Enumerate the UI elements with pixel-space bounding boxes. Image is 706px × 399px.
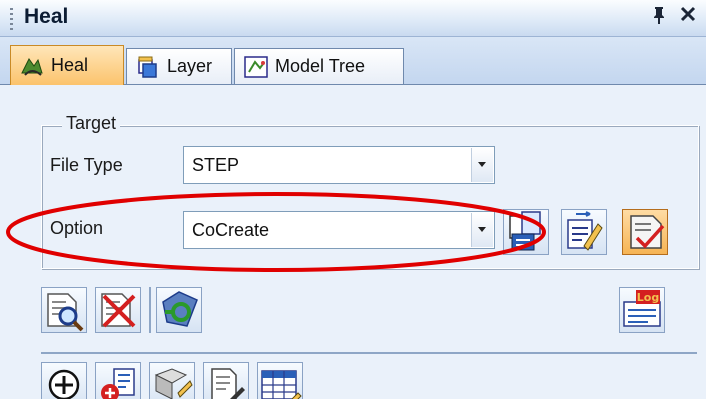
document-edit-icon — [211, 368, 245, 399]
tab-layer[interactable]: Layer — [126, 48, 232, 84]
tab-heal-label: Heal — [51, 55, 89, 75]
panel-title-bar[interactable]: Heal — [0, 0, 706, 37]
file-type-select[interactable]: STEP — [183, 146, 495, 184]
file-type-value: STEP — [192, 155, 240, 175]
log-icon: Log — [623, 290, 661, 327]
plus-circle-icon — [48, 369, 80, 399]
solid-edit-icon — [154, 368, 193, 399]
delete-analysis-button[interactable] — [95, 287, 141, 333]
heal-panel: Heal Heal Layer Model Tree Target File T… — [0, 0, 706, 399]
repair-surface-icon — [162, 291, 198, 327]
tab-layer-label: Layer — [167, 56, 213, 76]
repair-surface-button[interactable] — [156, 287, 202, 333]
import-settings-icon — [509, 211, 541, 251]
option-label: Option — [50, 218, 104, 238]
pin-icon[interactable] — [652, 6, 666, 29]
log-button[interactable]: Log — [619, 287, 665, 333]
import-settings-button[interactable] — [503, 209, 549, 255]
close-icon[interactable] — [679, 3, 697, 29]
tab-model-tree[interactable]: Model Tree — [234, 48, 404, 84]
target-group-legend: Target — [62, 113, 121, 134]
document-edit-button[interactable] — [203, 362, 249, 399]
model-tree-icon — [244, 55, 268, 78]
chevron-down-icon[interactable] — [471, 213, 493, 247]
check-settings-button[interactable] — [622, 209, 668, 255]
option-select[interactable]: CoCreate — [183, 211, 495, 249]
option-value: CoCreate — [192, 220, 270, 240]
solid-edit-button[interactable] — [149, 362, 195, 399]
chevron-down-icon[interactable] — [471, 148, 493, 182]
layer-icon — [138, 56, 157, 78]
analyze-magnifier-icon — [47, 293, 84, 332]
svg-text:Log: Log — [637, 291, 659, 304]
analyze-button[interactable] — [41, 287, 87, 333]
table-button[interactable] — [257, 362, 303, 399]
heal-icon — [21, 57, 43, 76]
add-item-button[interactable] — [95, 362, 141, 399]
drag-grip-icon[interactable] — [10, 8, 13, 30]
delete-x-icon — [101, 293, 136, 328]
add-item-icon — [101, 368, 135, 399]
table-grid-icon — [261, 370, 302, 399]
tab-model-tree-label: Model Tree — [275, 56, 366, 76]
edit-settings-button[interactable] — [561, 209, 607, 255]
panel-title: Heal — [24, 5, 69, 28]
file-type-label: File Type — [50, 155, 123, 175]
add-button[interactable] — [41, 362, 87, 399]
edit-settings-icon — [567, 211, 603, 251]
tab-heal[interactable]: Heal — [10, 45, 124, 85]
checklist-icon — [630, 215, 665, 249]
